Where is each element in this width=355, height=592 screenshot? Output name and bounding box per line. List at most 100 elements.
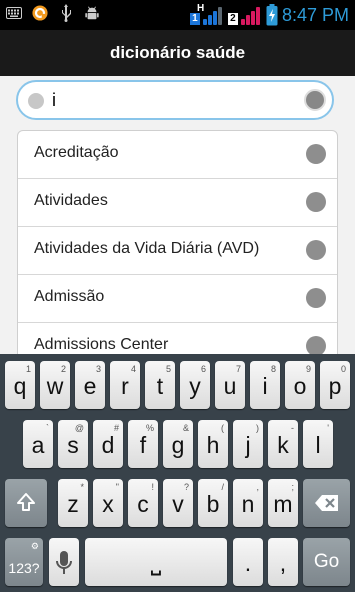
list-item-arrow-icon[interactable] xyxy=(306,192,326,212)
key-label: a xyxy=(31,432,45,458)
key-n[interactable]: ,n xyxy=(233,479,263,527)
key-g[interactable]: & g xyxy=(163,420,193,468)
shift-icon xyxy=(17,493,35,511)
key-label: r xyxy=(121,373,129,399)
go-key[interactable]: Go xyxy=(303,538,350,586)
search-clear-button[interactable] xyxy=(304,89,326,111)
key-hint: ` xyxy=(46,423,49,433)
keyboard-icon xyxy=(6,5,22,21)
shift-key[interactable] xyxy=(5,479,47,527)
key-label: h xyxy=(206,432,220,458)
key-hint: ( xyxy=(221,423,224,433)
space-icon: ⎵ xyxy=(150,545,162,575)
symbols-key[interactable]: ⚙ 123? xyxy=(5,538,43,586)
key-hint: , xyxy=(256,482,259,492)
settings-gear-icon: ⚙ xyxy=(30,541,39,551)
key-label: s xyxy=(67,432,79,458)
key-label: z xyxy=(67,491,79,517)
key-o[interactable]: 9o xyxy=(285,361,315,409)
key-hint: % xyxy=(145,423,154,433)
list-item-arrow-icon[interactable] xyxy=(306,240,326,260)
key-i[interactable]: 8i xyxy=(250,361,280,409)
key-p[interactable]: 0p xyxy=(320,361,350,409)
list-item[interactable]: Admissão xyxy=(18,275,337,323)
key-y[interactable]: 6y xyxy=(180,361,210,409)
key-label: k xyxy=(277,432,289,458)
list-item[interactable]: Acreditação xyxy=(18,131,337,179)
key-hint: ! xyxy=(151,482,154,492)
key-e[interactable]: 3e xyxy=(75,361,105,409)
key-z[interactable]: * z xyxy=(58,479,88,527)
key-l[interactable]: ' l xyxy=(303,420,333,468)
key-hint: # xyxy=(113,423,119,433)
key-label: f xyxy=(139,432,147,458)
usb-icon xyxy=(58,4,74,22)
key-label: t xyxy=(156,373,164,399)
key-label: m xyxy=(273,491,293,517)
key-label: p xyxy=(328,373,342,399)
key-hint: " xyxy=(115,482,119,492)
key-f[interactable]: % f xyxy=(128,420,158,468)
key-x[interactable]: " x xyxy=(93,479,123,527)
key-label: l xyxy=(315,432,321,458)
key-hint: ? xyxy=(183,482,189,492)
key-label: , xyxy=(279,550,287,576)
key-v[interactable]: ? v xyxy=(163,479,193,527)
key-hint: 6 xyxy=(200,364,206,374)
key-c[interactable]: ! c xyxy=(128,479,158,527)
list-item-arrow-icon[interactable] xyxy=(306,144,326,164)
go-key-label: Go xyxy=(313,551,340,572)
key-label: d xyxy=(101,432,115,458)
key-hint: * xyxy=(80,482,84,492)
key-hint: - xyxy=(291,423,294,433)
key-label: y xyxy=(189,373,201,399)
key-label: j xyxy=(245,432,251,458)
key-h[interactable]: (h xyxy=(198,420,228,468)
list-item-arrow-icon[interactable] xyxy=(306,288,326,308)
key-label: n xyxy=(241,491,255,517)
list-item[interactable]: Atividades xyxy=(18,179,337,227)
key-a[interactable]: ` a xyxy=(23,420,53,468)
key-u[interactable]: 7u xyxy=(215,361,245,409)
key-j[interactable]: ) j xyxy=(233,420,263,468)
sim2-badge: 2 xyxy=(227,13,238,25)
key-b[interactable]: / b xyxy=(198,479,228,527)
backspace-key[interactable] xyxy=(303,479,350,527)
key-r[interactable]: 4r xyxy=(110,361,140,409)
key-k[interactable]: -k xyxy=(268,420,298,468)
key-hint: ' xyxy=(327,423,329,433)
search-box[interactable] xyxy=(16,80,334,120)
key-label: w xyxy=(46,373,64,399)
list-item-label: Atividades xyxy=(34,192,108,209)
battery-charging-icon xyxy=(266,4,278,26)
key-hint: 8 xyxy=(270,364,276,374)
period-key[interactable]: . xyxy=(233,538,263,586)
key-m[interactable]: ; m xyxy=(268,479,298,527)
network-type-label: H xyxy=(196,3,205,14)
orange-app-icon xyxy=(32,5,48,21)
key-label: g xyxy=(171,432,185,458)
search-input[interactable] xyxy=(52,89,292,111)
comma-key[interactable]: , xyxy=(268,538,298,586)
key-q[interactable]: 1q xyxy=(5,361,35,409)
list-item-label: Atividades da Vida Diária (AVD) xyxy=(34,240,260,257)
key-d[interactable]: # d xyxy=(93,420,123,468)
backspace-icon xyxy=(315,495,338,511)
key-t[interactable]: 5t xyxy=(145,361,175,409)
page-title: dicionário saúde xyxy=(109,43,246,62)
status-clock: 8:47 PM xyxy=(281,4,349,25)
microphone-icon xyxy=(56,551,72,574)
voice-input-key[interactable] xyxy=(49,538,79,586)
key-w[interactable]: 2w xyxy=(40,361,70,409)
list-item[interactable]: Atividades da Vida Diária (AVD) xyxy=(18,227,337,275)
key-s[interactable]: @ s xyxy=(58,420,88,468)
key-label: i xyxy=(262,373,268,399)
list-item-arrow-icon[interactable] xyxy=(306,336,326,356)
key-hint: 3 xyxy=(95,364,101,374)
list-item-label: Admissions Center xyxy=(34,336,169,353)
sim1-badge: 1 xyxy=(189,13,200,25)
key-hint: 7 xyxy=(235,364,241,374)
key-label: o xyxy=(293,373,307,399)
space-key[interactable]: ⎵ xyxy=(85,538,227,586)
key-label: q xyxy=(13,373,27,399)
